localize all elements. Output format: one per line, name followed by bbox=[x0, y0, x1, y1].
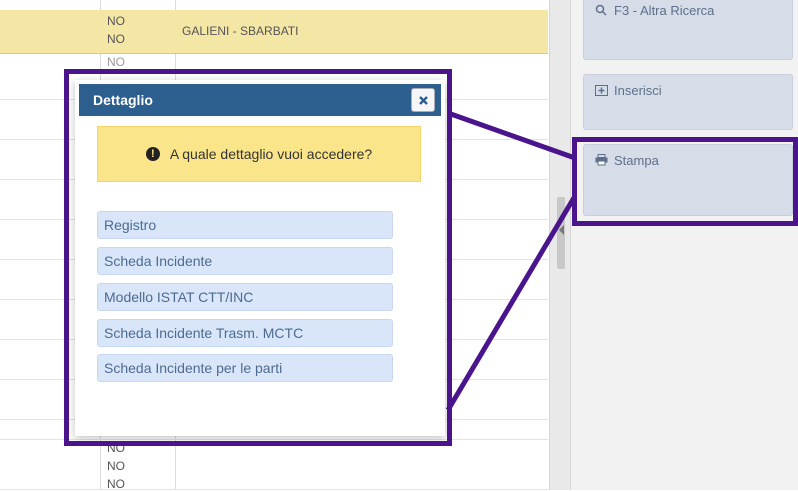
annotation-line bbox=[447, 110, 576, 161]
annotation-line bbox=[445, 194, 578, 412]
annotation-box-dialog bbox=[64, 69, 452, 446]
annotation-box-stampa bbox=[572, 137, 798, 226]
